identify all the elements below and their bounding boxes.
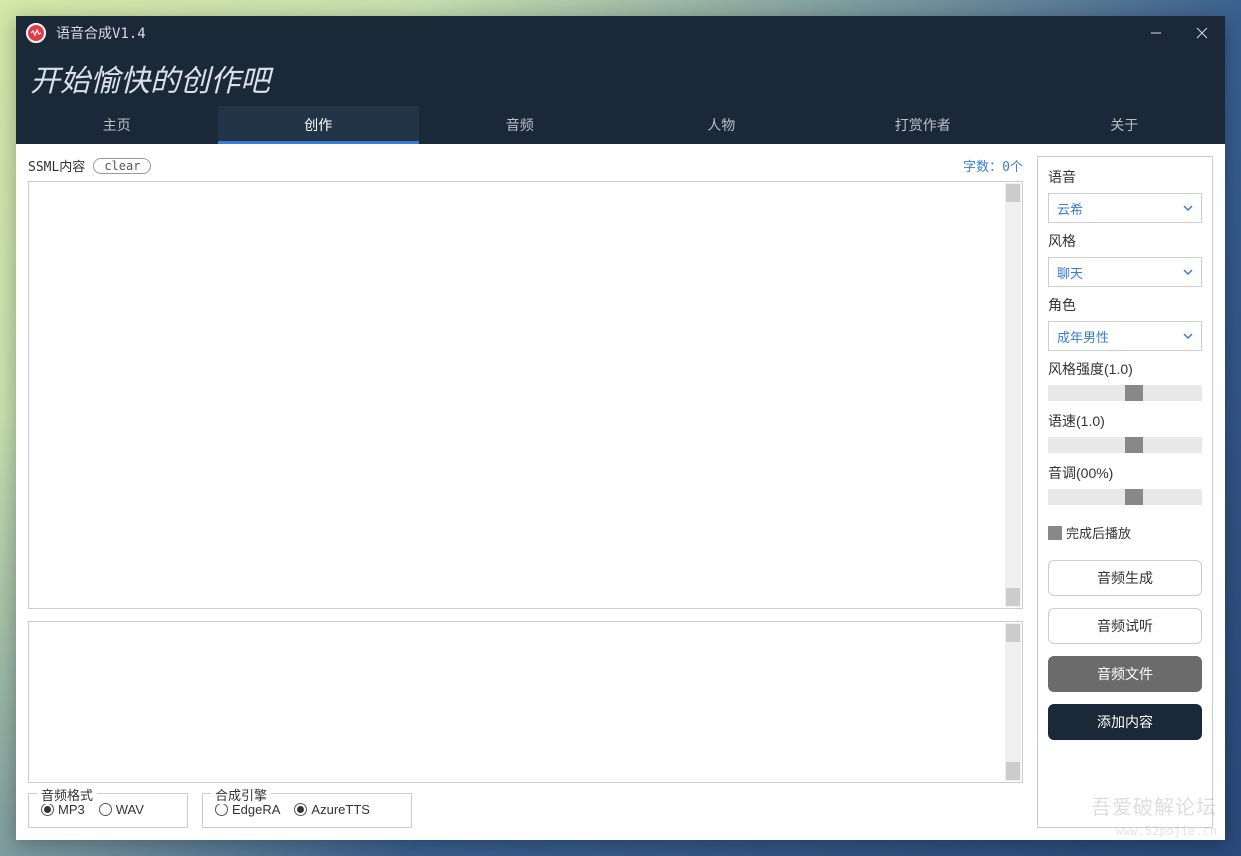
ssml-header: SSML内容 clear 字数：0个 [28,156,1023,175]
voice-label: 语音 [1048,167,1202,187]
titlebar: 语音合成V1.4 [16,16,1225,50]
style-label: 风格 [1048,231,1202,251]
tab-audio[interactable]: 音频 [419,106,621,144]
ssml-textarea[interactable] [29,182,1022,608]
preview-button[interactable]: 音频试听 [1048,608,1202,644]
chevron-down-icon [1183,205,1193,211]
radio-icon [294,803,307,816]
tab-home[interactable]: 主页 [16,106,218,144]
radio-azure[interactable]: AzureTTS [294,802,370,817]
radio-icon [215,803,228,816]
close-button[interactable] [1179,16,1225,50]
header-banner: 开始愉快的创作吧 [16,50,1225,106]
radio-mp3[interactable]: MP3 [41,802,85,817]
engine-fieldset: 合成引擎 EdgeRA AzureTTS [202,793,412,828]
style-select[interactable]: 聊天 [1048,257,1202,287]
autoplay-checkbox[interactable]: 完成后播放 [1048,523,1202,542]
format-legend: 音频格式 [37,785,97,804]
app-window: 语音合成V1.4 开始愉快的创作吧 主页 创作 音频 人物 打赏作者 关于 SS… [16,16,1225,840]
intensity-slider[interactable] [1048,385,1202,401]
slider-thumb-icon [1125,385,1143,401]
app-icon [26,23,46,43]
window-controls [1133,16,1225,50]
scrollbar[interactable] [1005,183,1021,607]
add-content-button[interactable]: 添加内容 [1048,704,1202,740]
radio-edge[interactable]: EdgeRA [215,802,280,817]
header-slogan: 开始愉快的创作吧 [30,56,270,100]
tab-character[interactable]: 人物 [621,106,823,144]
output-textarea-container [28,621,1023,783]
pitch-label: 音调(00%) [1048,463,1202,483]
scroll-down-icon [1006,762,1020,780]
engine-legend: 合成引擎 [211,785,271,804]
slider-thumb-icon [1125,489,1143,505]
ssml-label: SSML内容 [28,156,85,175]
char-count: 字数：0个 [963,156,1023,175]
window-title: 语音合成V1.4 [56,23,1133,43]
tabbar: 主页 创作 音频 人物 打赏作者 关于 [16,106,1225,144]
role-label: 角色 [1048,295,1202,315]
slider-thumb-icon [1125,437,1143,453]
rate-label: 语速(1.0) [1048,411,1202,431]
scroll-down-icon [1006,588,1020,606]
right-panel: 语音 云希 风格 聊天 角色 成年男性 风格强度(1.0) 语速(1.0) [1037,156,1213,828]
voice-select[interactable]: 云希 [1048,193,1202,223]
tab-create[interactable]: 创作 [218,106,420,144]
left-column: SSML内容 clear 字数：0个 音频格 [28,156,1023,828]
ssml-textarea-container [28,181,1023,609]
scroll-up-icon [1006,624,1020,642]
minimize-button[interactable] [1133,16,1179,50]
file-button[interactable]: 音频文件 [1048,656,1202,692]
chevron-down-icon [1183,333,1193,339]
output-textarea[interactable] [29,622,1022,782]
tab-donate[interactable]: 打赏作者 [822,106,1024,144]
clear-button[interactable]: clear [93,158,151,174]
checkbox-icon [1048,526,1062,540]
scroll-up-icon [1006,184,1020,202]
radio-icon [41,803,54,816]
tab-about[interactable]: 关于 [1024,106,1226,144]
scrollbar[interactable] [1005,623,1021,781]
role-select[interactable]: 成年男性 [1048,321,1202,351]
content-area: SSML内容 clear 字数：0个 音频格 [16,144,1225,840]
generate-button[interactable]: 音频生成 [1048,560,1202,596]
intensity-label: 风格强度(1.0) [1048,359,1202,379]
pitch-slider[interactable] [1048,489,1202,505]
rate-slider[interactable] [1048,437,1202,453]
format-fieldset: 音频格式 MP3 WAV [28,793,188,828]
chevron-down-icon [1183,269,1193,275]
radio-wav[interactable]: WAV [99,802,144,817]
radio-icon [99,803,112,816]
fieldset-row: 音频格式 MP3 WAV 合成引擎 [28,793,1023,828]
